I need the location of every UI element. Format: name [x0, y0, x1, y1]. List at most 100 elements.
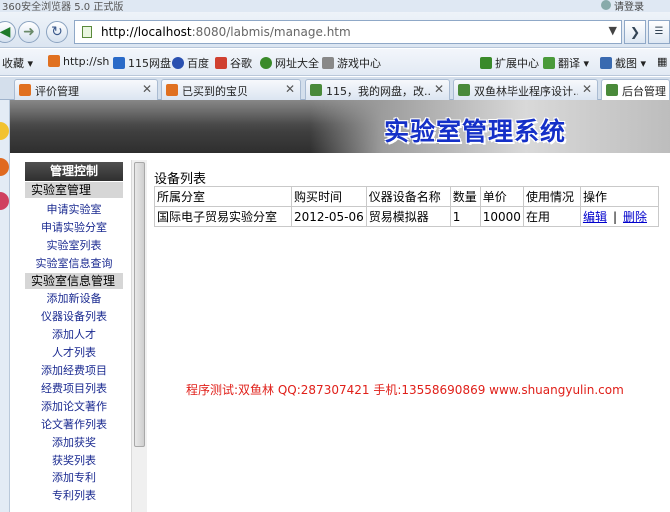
- back-arrow-icon: ◀: [0, 24, 11, 40]
- bookmark-baidu[interactable]: 百度: [172, 55, 209, 71]
- bookmark-label: 百度: [187, 57, 209, 70]
- edit-link[interactable]: 编辑: [583, 210, 607, 224]
- url-path: :8080/labmis/manage.htm: [191, 25, 351, 39]
- go-arrow-icon: ❯: [629, 25, 641, 39]
- back-button[interactable]: ◀: [0, 21, 16, 43]
- bookmark-115-icon: [113, 57, 125, 69]
- reload-button[interactable]: ↻: [46, 21, 68, 43]
- menu-item-add-equipment[interactable]: 添加新设备: [25, 290, 123, 306]
- tab-115[interactable]: 115，我的网盘，改... ✕: [305, 79, 450, 100]
- system-title: 实验室管理系统: [384, 117, 567, 146]
- cell-status: 在用: [522, 206, 581, 227]
- menu-item-talent-list[interactable]: 人才列表: [25, 344, 123, 360]
- bookmark-label: http://sh: [63, 55, 110, 68]
- address-bar[interactable]: http://localhost:8080/labmis/manage.htm …: [74, 20, 622, 44]
- browser-menu-button[interactable]: ☰: [648, 20, 670, 44]
- bookmark-label: 翻译: [558, 57, 580, 70]
- puzzle-icon: [480, 57, 492, 69]
- tab-title: 115，我的网盘，改...: [326, 85, 430, 98]
- tab-shuangyulin[interactable]: 双鱼林毕业程序设计... ✕: [453, 79, 598, 100]
- menu-item-lab-query[interactable]: 实验室信息查询: [25, 255, 123, 271]
- menu-scrollbar[interactable]: [131, 160, 147, 512]
- menu-item-add-funding[interactable]: 添加经费项目: [25, 362, 123, 378]
- scrollbar-thumb[interactable]: [134, 162, 145, 447]
- menu-item-lab-list[interactable]: 实验室列表: [25, 237, 123, 253]
- column-header: 操作: [579, 186, 659, 207]
- screenshot-button[interactable]: 截图 ▾: [600, 55, 646, 71]
- tab-title: 评价管理: [35, 85, 79, 98]
- address-url[interactable]: http://localhost:8080/labmis/manage.htm: [101, 25, 351, 39]
- tab-ratings[interactable]: 评价管理 ✕: [14, 79, 158, 100]
- menu-icon: ☰: [654, 26, 664, 37]
- page-banner: 实验室管理系统: [0, 100, 670, 153]
- hao-icon: [260, 57, 272, 69]
- menu-header: 管理控制: [25, 162, 123, 181]
- menu-item-paper-list[interactable]: 论文著作列表: [25, 416, 123, 432]
- user-icon: [601, 0, 611, 10]
- footer-credit: 程序测试:双鱼林 QQ:287307421 手机:13558690869 www…: [186, 383, 624, 397]
- cell-room: 国际电子贸易实验分室: [154, 206, 292, 227]
- tab-title: 后台管理: [622, 85, 666, 98]
- weibo-icon[interactable]: [0, 158, 9, 176]
- section-lab-info: 实验室信息管理: [25, 273, 123, 289]
- close-tab-icon[interactable]: ✕: [434, 82, 444, 96]
- bookmark-label: 115网盘: [128, 57, 171, 70]
- reload-icon: ↻: [51, 24, 63, 40]
- column-header: 数量: [449, 186, 481, 207]
- section-lab-management: 实验室管理: [25, 182, 123, 198]
- menu-item-patent-list[interactable]: 专利列表: [25, 487, 123, 503]
- table-row: 国际电子贸易实验分室 2012-05-06 贸易模拟器 1 10000 在用 编…: [154, 206, 659, 227]
- column-header: 使用情况: [522, 186, 581, 207]
- page-icon: [82, 26, 92, 38]
- mail-icon[interactable]: [0, 192, 9, 210]
- tab-title: 已买到的宝贝: [182, 85, 248, 98]
- bookmark-label: 网址大全: [275, 57, 319, 70]
- menu-item-funding-list[interactable]: 经费项目列表: [25, 380, 123, 396]
- menu-item-add-talent[interactable]: 添加人才: [25, 326, 123, 342]
- bookmark-google[interactable]: 谷歌: [215, 55, 252, 71]
- bookmark-site-icon: [48, 55, 60, 67]
- menu-item-apply-sub-lab[interactable]: 申请实验分室: [25, 219, 123, 235]
- tab-site-icon: [19, 84, 31, 96]
- bookmark-115[interactable]: 115网盘: [113, 55, 171, 71]
- column-header: 仪器设备名称: [365, 186, 451, 207]
- table-header-row: 所属分室 购买时间 仪器设备名称 数量 单价 使用情况 操作: [154, 186, 659, 207]
- close-tab-icon[interactable]: ✕: [142, 82, 152, 96]
- bookmark-favorites[interactable]: 收藏 ▾: [2, 55, 33, 71]
- gamepad-icon: [322, 57, 334, 69]
- delete-link[interactable]: 删除: [623, 210, 647, 224]
- bookmark-hao[interactable]: 网址大全: [260, 55, 319, 71]
- forward-button[interactable]: ➜: [18, 21, 40, 43]
- menu-item-add-paper[interactable]: 添加论文著作: [25, 398, 123, 414]
- favorites-star-icon[interactable]: [0, 122, 9, 140]
- cell-actions: 编辑 | 删除: [579, 206, 659, 227]
- cell-price: 10000: [479, 206, 524, 227]
- column-header: 单价: [479, 186, 524, 207]
- tab-site-icon: [310, 84, 322, 96]
- translate-button[interactable]: 翻译 ▾: [543, 55, 589, 71]
- go-button[interactable]: ❯: [624, 20, 646, 44]
- cell-name: 贸易模拟器: [365, 206, 451, 227]
- menu-item-equipment-list[interactable]: 仪器设备列表: [25, 308, 123, 324]
- navigation-bar: ◀ ➜ ↻ http://localhost:8080/labmis/manag…: [0, 12, 670, 48]
- bookmark-games[interactable]: 游戏中心: [322, 55, 381, 71]
- menu-item-add-award[interactable]: 添加获奖: [25, 434, 123, 450]
- address-dropdown-icon[interactable]: ▼: [609, 24, 617, 37]
- bookmark-label: 谷歌: [230, 57, 252, 70]
- admin-side-menu: 管理控制 实验室管理 申请实验室 申请实验分室 实验室列表 实验室信息查询 实验…: [18, 160, 130, 512]
- tab-admin[interactable]: 后台管理: [601, 79, 670, 100]
- tab-site-icon: [458, 84, 470, 96]
- close-tab-icon[interactable]: ✕: [285, 82, 295, 96]
- menu-item-apply-lab[interactable]: 申请实验室: [25, 201, 123, 217]
- grid-icon[interactable]: ▦: [657, 55, 667, 68]
- forward-arrow-icon: ➜: [23, 24, 35, 40]
- menu-item-award-list[interactable]: 获奖列表: [25, 452, 123, 468]
- tab-purchased[interactable]: 已买到的宝贝 ✕: [161, 79, 301, 100]
- bookmark-label: 截图: [615, 57, 637, 70]
- extensions-button[interactable]: 扩展中心: [480, 55, 539, 71]
- menu-item-add-patent[interactable]: 添加专利: [25, 469, 123, 485]
- tab-title: 双鱼林毕业程序设计...: [474, 85, 578, 98]
- bookmark-http-sh[interactable]: http://sh: [48, 55, 109, 68]
- bookmarks-bar: 收藏 ▾ http://sh 115网盘 百度 谷歌 网址大全 游戏中心 扩展中…: [0, 49, 670, 76]
- close-tab-icon[interactable]: ✕: [582, 82, 592, 96]
